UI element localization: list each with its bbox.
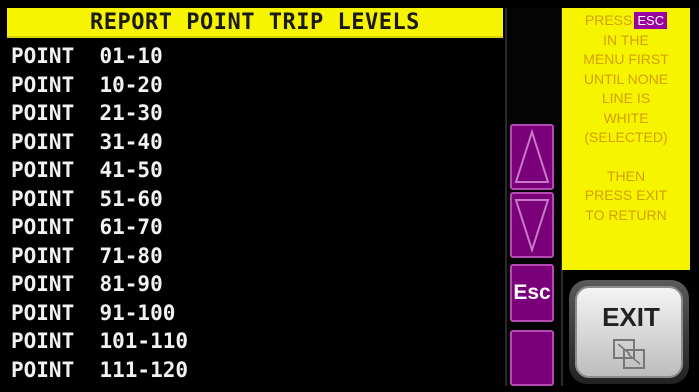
list-item-point[interactable]: POINT 31-40 (7, 128, 503, 157)
help-line: WHITE (603, 109, 649, 126)
triangle-down-icon (514, 199, 550, 254)
blank-button[interactable] (510, 330, 554, 386)
scroll-up-button[interactable] (510, 124, 554, 190)
list-item-point[interactable]: POINT 91-100 (7, 299, 503, 328)
scroll-down-button[interactable] (510, 192, 554, 258)
help-panel: PRESS ESC IN THE MENU FIRST UNTIL NONE LI… (562, 8, 690, 270)
exit-icon (613, 339, 645, 369)
help-line: TO RETURN (585, 206, 667, 223)
help-line: MENU FIRST (583, 51, 669, 67)
list-item-point[interactable]: POINT 21-30 (7, 99, 503, 128)
list-item-point[interactable]: POINT 51-60 (7, 185, 503, 214)
exit-button-face: EXIT (575, 286, 683, 378)
help-press-text: PRESS (584, 12, 633, 28)
list-item-point[interactable]: POINT 41-50 (7, 156, 503, 185)
list-item-point[interactable]: POINT 101-110 (7, 327, 503, 356)
page-title: REPORT POINT TRIP LEVELS (7, 8, 503, 38)
triangle-up-icon (514, 128, 550, 183)
exit-button[interactable]: EXIT (569, 280, 689, 384)
exit-label: EXIT (602, 302, 660, 332)
report-panel: REPORT POINT TRIP LEVELS POINT 01-10 POI… (7, 8, 503, 386)
list-item-point[interactable]: POINT 111-120 (7, 356, 503, 385)
list-item-point[interactable]: POINT 61-70 (7, 213, 503, 242)
help-line: UNTIL NONE (583, 70, 669, 87)
help-line: IN THE (603, 31, 649, 48)
point-list: POINT 01-10 POINT 10-20 POINT 21-30 POIN… (7, 42, 503, 384)
help-line: PRESS EXIT (584, 187, 668, 203)
esc-badge: ESC (634, 12, 668, 29)
list-item-point[interactable]: POINT 81-90 (7, 270, 503, 299)
screen: REPORT POINT TRIP LEVELS POINT 01-10 POI… (0, 0, 699, 392)
help-press-line: PRESS ESC (562, 11, 690, 31)
list-item-point[interactable]: POINT 10-20 (7, 71, 503, 100)
help-line: LINE IS (601, 90, 651, 106)
help-line: (SELECTED) (584, 129, 668, 145)
list-item-point[interactable]: POINT 01-10 (7, 42, 503, 71)
help-line: THEN (606, 167, 646, 184)
list-item-point[interactable]: POINT 71-80 (7, 242, 503, 271)
help-gap (562, 148, 690, 167)
esc-button[interactable]: Esc (510, 264, 554, 322)
